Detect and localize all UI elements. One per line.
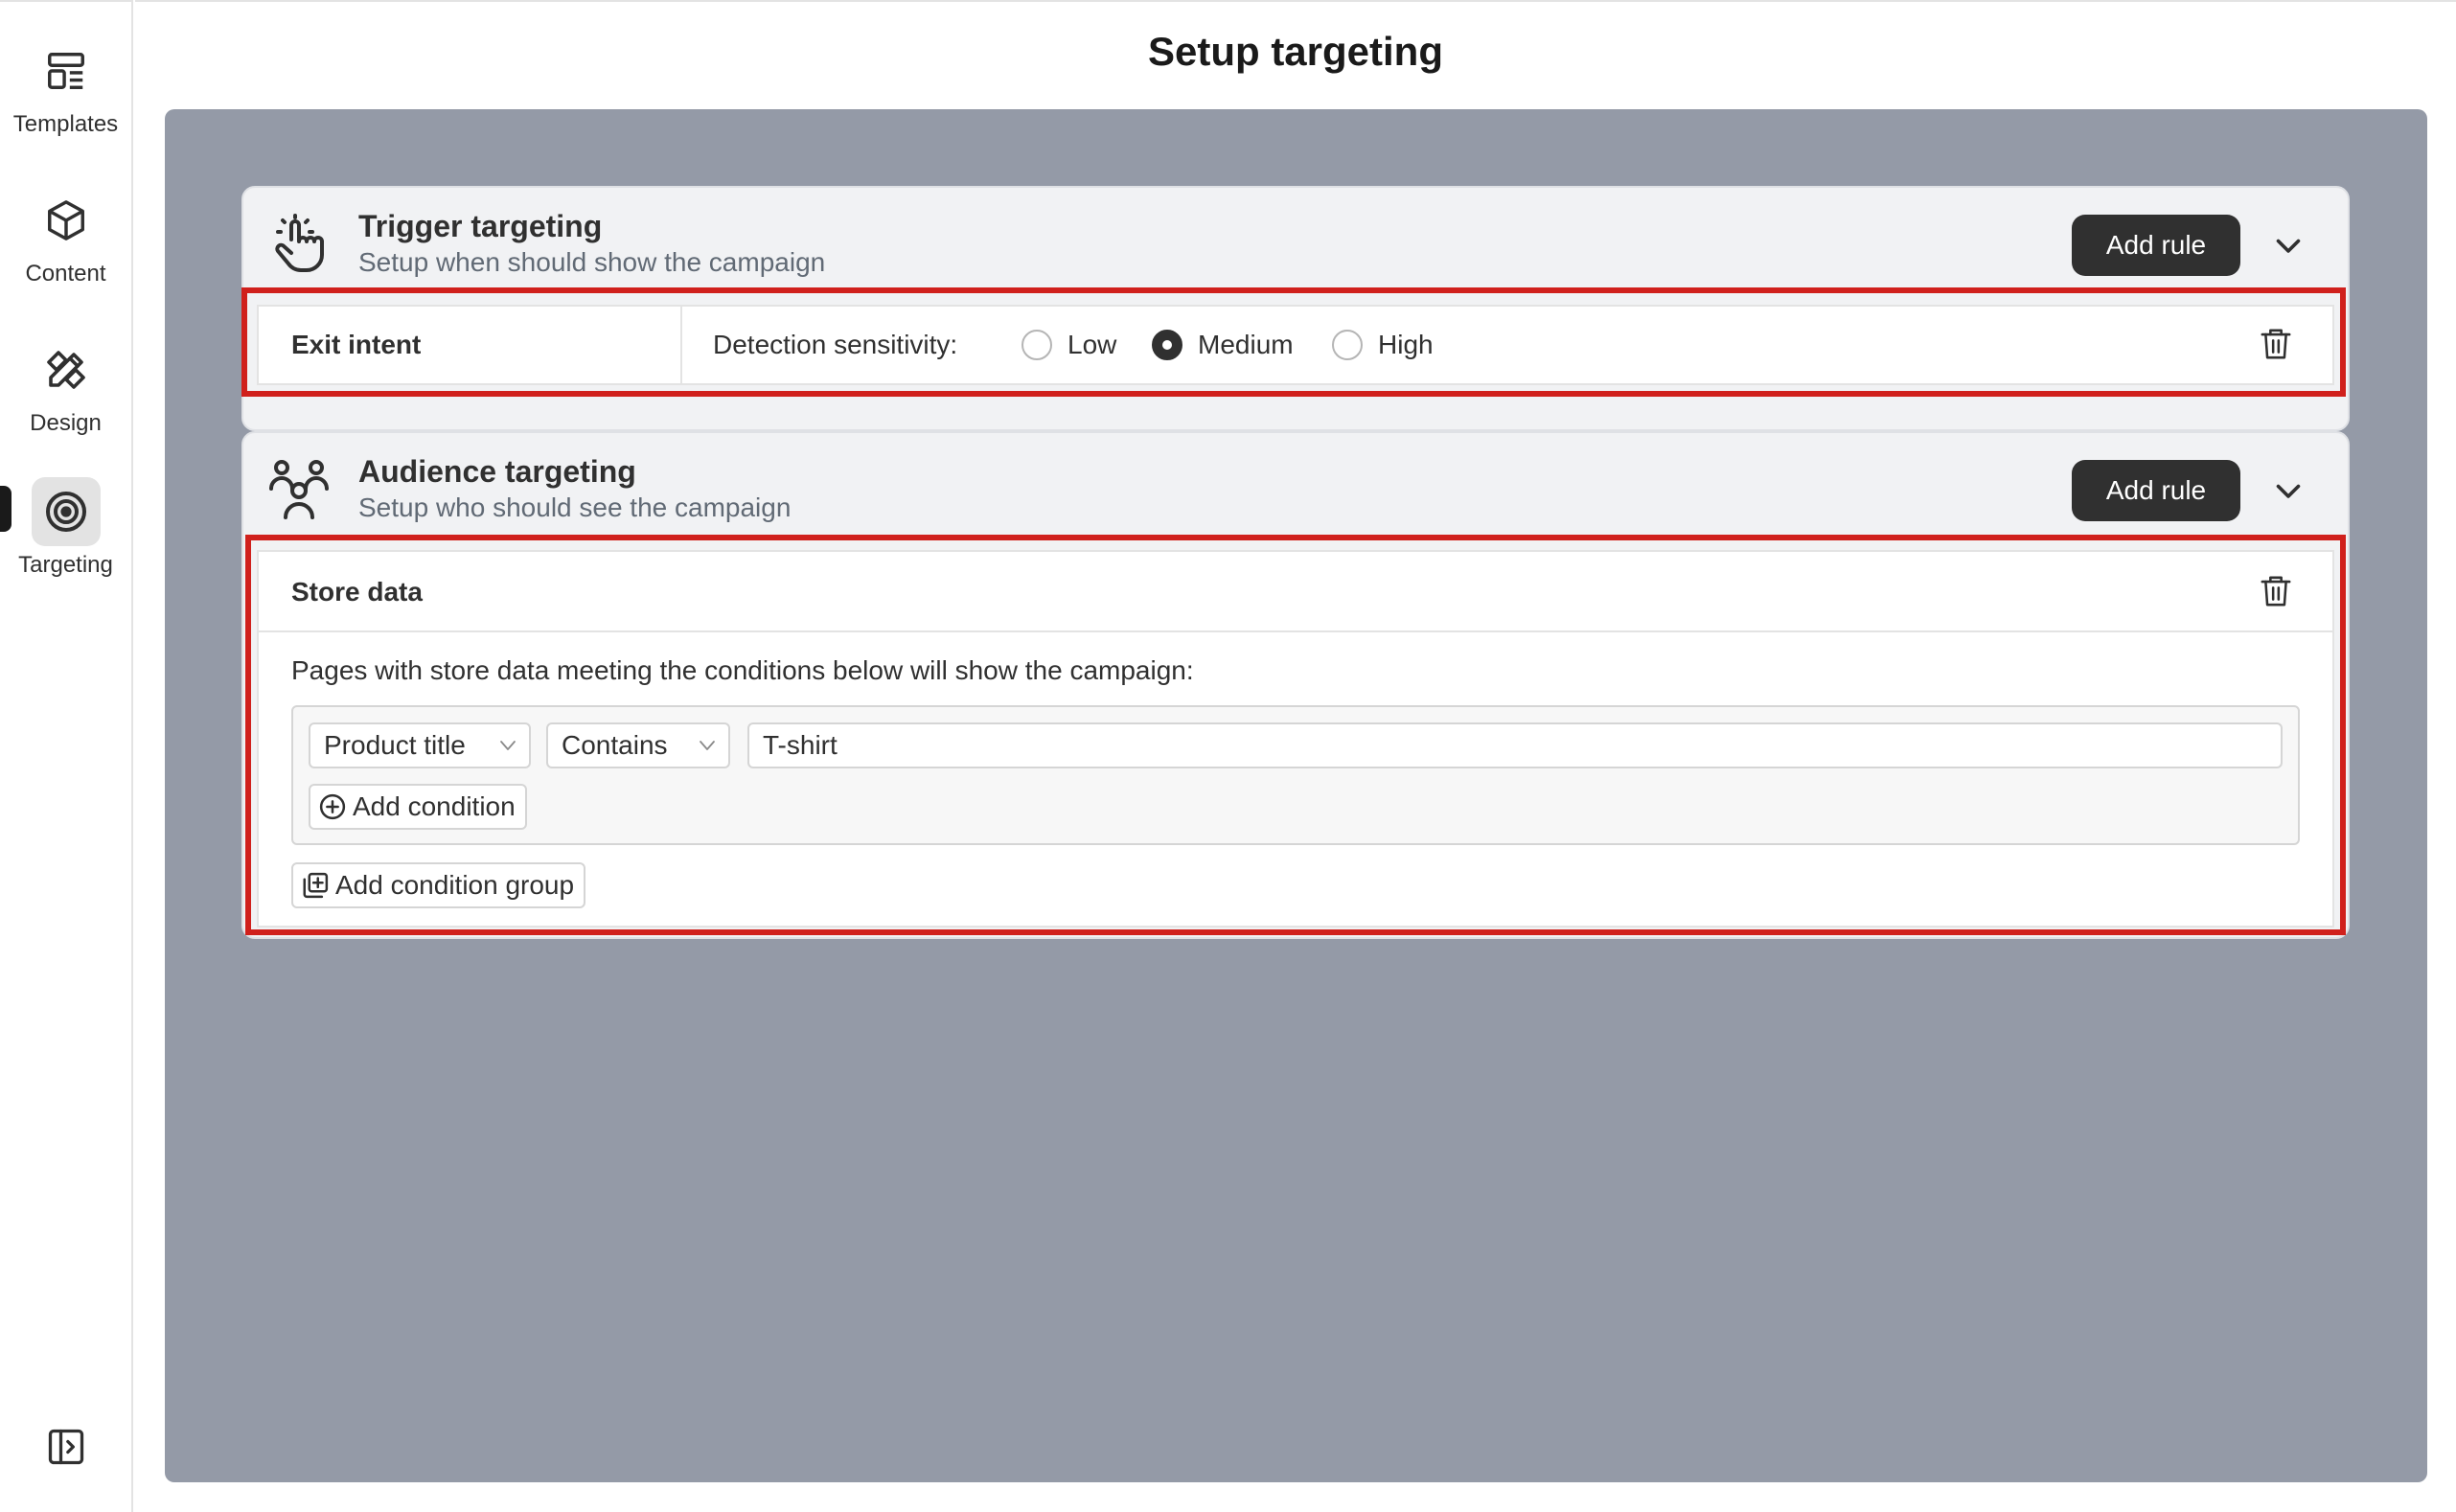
audience-card-subtitle: Setup who should see the campaign <box>358 493 792 522</box>
highlight-box <box>241 287 2346 397</box>
sidebar-item-label: Content <box>25 261 106 286</box>
people-group-icon <box>269 460 329 519</box>
highlight-box <box>245 535 2346 935</box>
sidebar-collapse-icon <box>48 1429 84 1465</box>
design-tools-icon <box>32 335 101 404</box>
app: Templates Content Design Targeting Setup… <box>0 0 2456 1512</box>
sidebar-item-templates[interactable]: Templates <box>0 36 131 138</box>
templates-icon <box>32 36 101 105</box>
page-title: Setup targeting <box>1147 29 1443 74</box>
sidebar-collapse-button[interactable] <box>42 1423 90 1471</box>
cube-icon <box>32 186 101 255</box>
audience-add-rule-button[interactable]: Add rule <box>2072 460 2240 521</box>
trigger-add-rule-button[interactable]: Add rule <box>2072 215 2240 276</box>
sidebar-item-targeting[interactable]: Targeting <box>0 477 131 579</box>
chevron-down-icon[interactable] <box>2271 473 2306 508</box>
sidebar-item-label: Targeting <box>18 552 113 578</box>
sidebar-item-design[interactable]: Design <box>0 335 131 437</box>
trigger-card-header: Trigger targeting Setup when should show… <box>243 188 2348 293</box>
audience-card-title: Audience targeting <box>358 454 636 489</box>
top-bar: Setup targeting <box>135 0 2456 109</box>
target-icon <box>31 477 101 546</box>
sidebar: Templates Content Design Targeting <box>0 0 133 1512</box>
sidebar-item-content[interactable]: Content <box>0 186 131 287</box>
sidebar-item-label: Design <box>30 410 102 436</box>
audience-card-header: Audience targeting Setup who should see … <box>243 433 2348 538</box>
trigger-card-subtitle: Setup when should show the campaign <box>358 247 826 277</box>
chevron-down-icon[interactable] <box>2271 228 2306 263</box>
trigger-card-title: Trigger targeting <box>358 209 603 243</box>
sidebar-item-label: Templates <box>12 111 119 137</box>
pointer-click-icon <box>275 214 324 272</box>
